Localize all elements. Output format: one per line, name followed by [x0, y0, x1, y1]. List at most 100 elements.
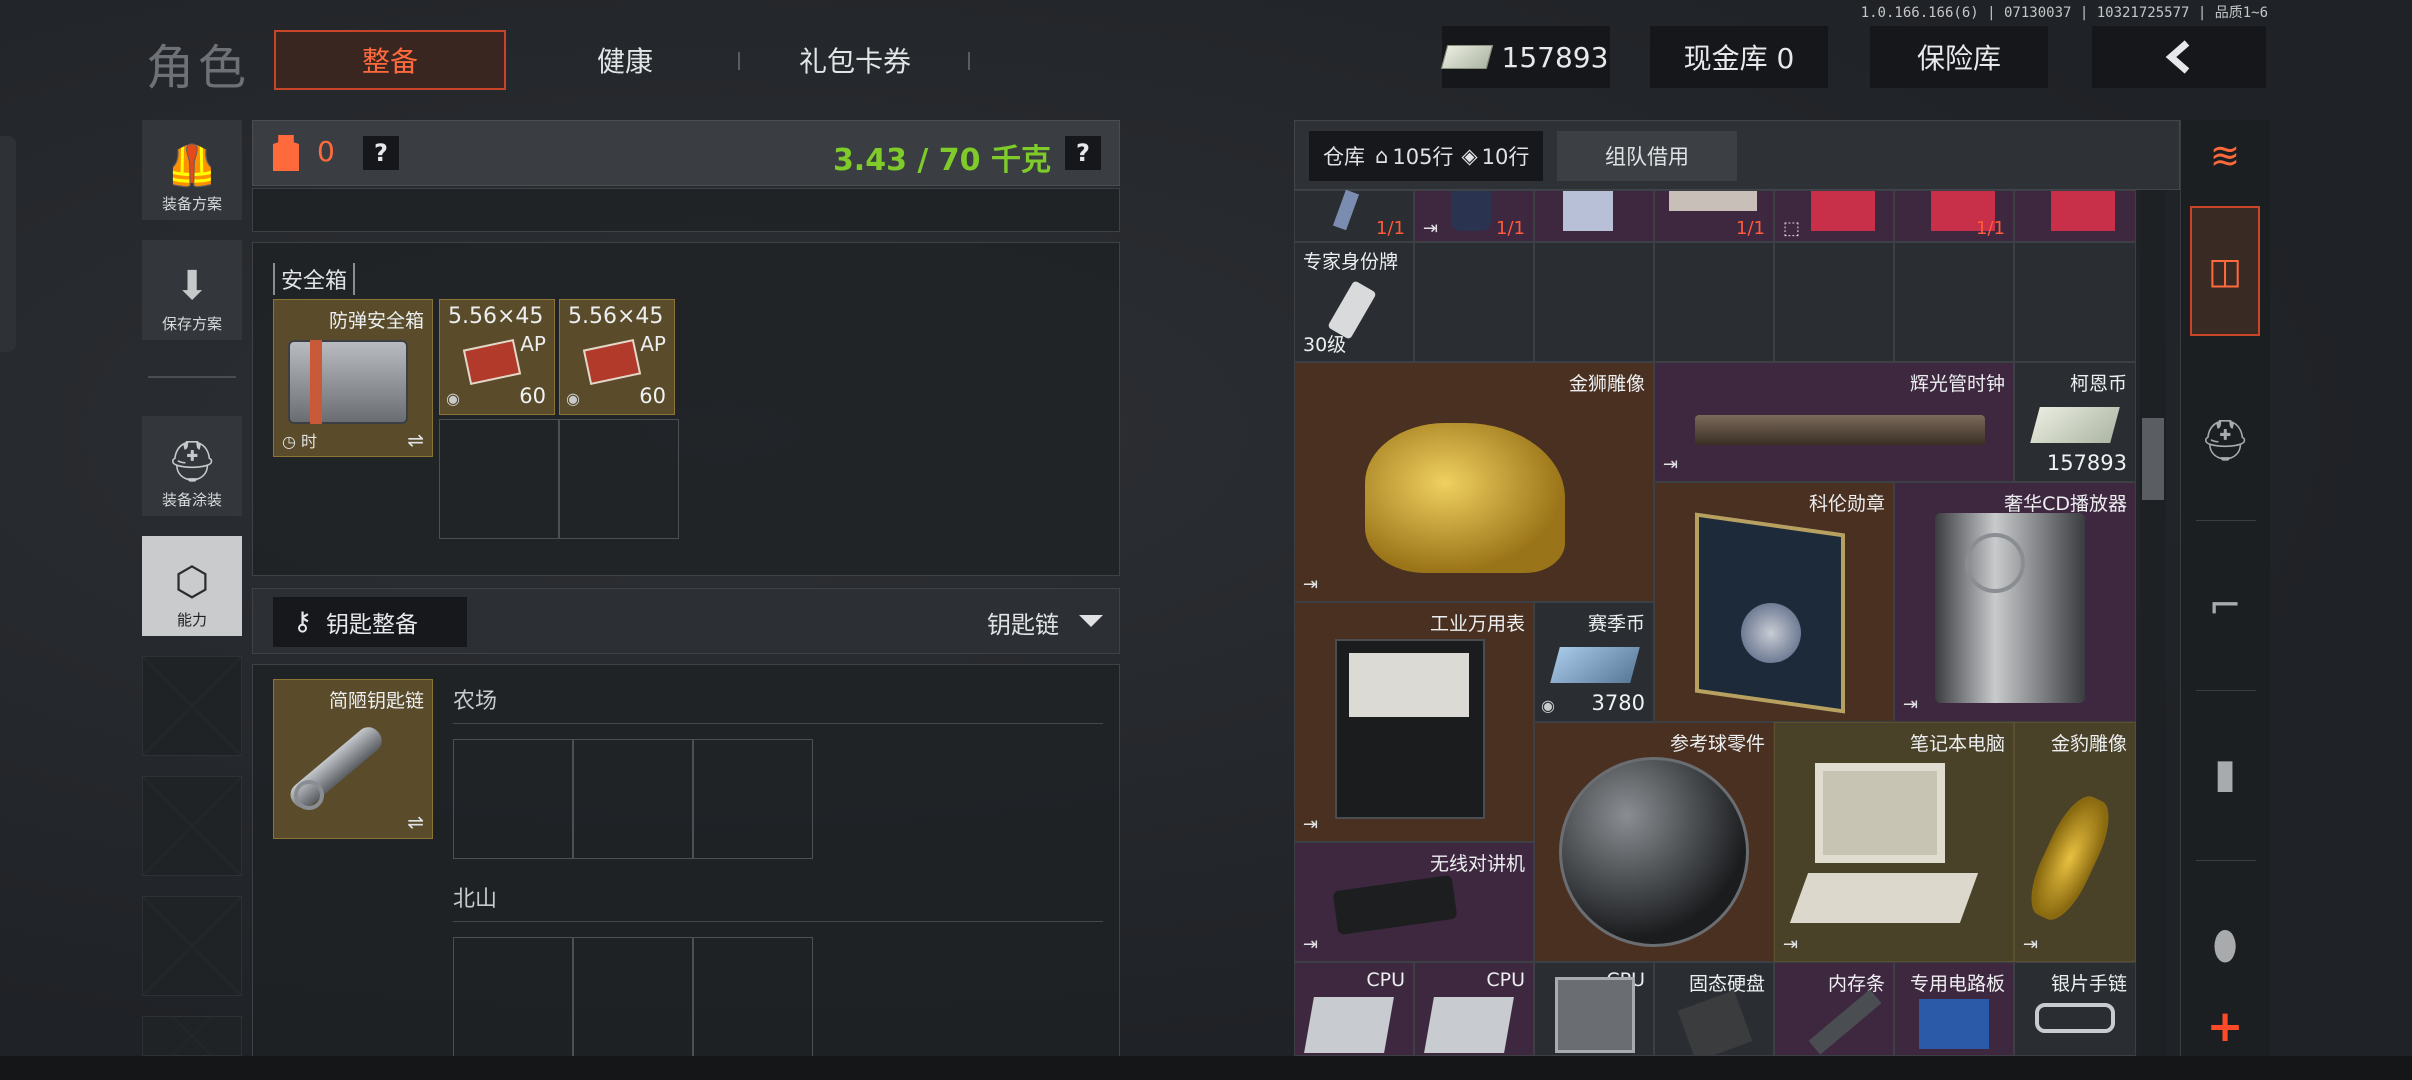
sidebar-item-skin[interactable]: ⛑ 装备涂装: [142, 416, 242, 516]
warehouse-info[interactable]: 仓库 ⌂ 105行 ◈ 10行: [1309, 131, 1544, 181]
team-borrow-button[interactable]: 组队借用: [1557, 131, 1737, 181]
key-slot[interactable]: [573, 739, 693, 859]
grid-item-ssd[interactable]: 固态硬盘: [1654, 962, 1774, 1056]
empty-cell[interactable]: [2014, 242, 2136, 362]
empty-slot[interactable]: [559, 419, 679, 539]
help-button[interactable]: ?: [363, 136, 399, 170]
grid-item[interactable]: 1/1: [1654, 190, 1774, 242]
grid-item-expert-tag[interactable]: 专家身份牌 30级: [1294, 242, 1414, 362]
layers-icon[interactable]: ◫: [2190, 206, 2260, 336]
grid-item-radio[interactable]: 无线对讲机 ⇥: [1294, 842, 1534, 962]
grid-item-cpu[interactable]: CPU: [1534, 962, 1654, 1056]
grid-item-medal[interactable]: 科伦勋章: [1654, 482, 1894, 722]
tab-gift-coupons[interactable]: 礼包卡券: [770, 30, 940, 90]
key-slot[interactable]: [453, 937, 573, 1057]
empty-cell[interactable]: [1534, 242, 1654, 362]
rifle-icon[interactable]: ⌐: [2180, 556, 2270, 656]
chevron-down-icon[interactable]: [1077, 611, 1105, 631]
rail-divider: [2196, 860, 2256, 861]
grid-item[interactable]: ⬚: [1774, 190, 1894, 242]
grid-item-multimeter[interactable]: 工业万用表 ⇥: [1294, 602, 1534, 842]
empty-slot[interactable]: [142, 656, 242, 756]
empty-cell[interactable]: [1654, 242, 1774, 362]
grid-item-season-coin[interactable]: 赛季币 ◉ 3780: [1534, 602, 1654, 722]
warehouse-cols: 10行: [1481, 145, 1530, 169]
empty-slot[interactable]: [142, 896, 242, 996]
grid-item-ram[interactable]: 内存条: [1774, 962, 1894, 1056]
back-button[interactable]: [2092, 26, 2266, 88]
empty-cell[interactable]: [1414, 242, 1534, 362]
page-title: 角色: [146, 40, 251, 96]
grid-item-nixie-clock[interactable]: 辉光管时钟 ⇥: [1654, 362, 2014, 482]
helmet-icon[interactable]: ⛑: [2180, 390, 2270, 490]
empty-cell[interactable]: [1894, 242, 2014, 362]
warehouse-grid[interactable]: 1/1 ⇥ 1/1 1/1 ⬚ 1/1 专家身份牌 30级 金狮雕像 ⇥ 辉光管时…: [1294, 190, 2136, 1056]
grid-item[interactable]: [2014, 190, 2136, 242]
sidebar-item-save-plan[interactable]: ⬇ 保存方案: [142, 240, 242, 340]
swap-icon[interactable]: ⇌: [407, 810, 424, 834]
grid-item[interactable]: ⇥ 1/1: [1414, 190, 1534, 242]
key-slot[interactable]: [573, 937, 693, 1057]
grid-item[interactable]: 1/1: [1294, 190, 1414, 242]
key-slot[interactable]: [693, 937, 813, 1057]
ammo-item[interactable]: 5.56×45 AP ◉ 60: [439, 299, 555, 415]
empty-cell[interactable]: [1774, 242, 1894, 362]
grid-item-reference-sphere[interactable]: 参考球零件: [1534, 722, 1774, 962]
item-name: 金狮雕像: [1568, 373, 1645, 395]
safebox-item[interactable]: 防弹安全箱 ◷ 时 ⇌: [273, 299, 433, 457]
item-image: [1811, 191, 1875, 231]
grid-item[interactable]: [1534, 190, 1654, 242]
grid-item-cpu[interactable]: CPU: [1414, 962, 1534, 1056]
weight-value: 3.43 / 70 千克: [832, 143, 1051, 178]
bullet-icon[interactable]: ⬮: [2180, 896, 2270, 996]
stack-refresh-icon[interactable]: ≋: [2180, 126, 2270, 186]
grid-item-golden-lion[interactable]: 金狮雕像 ⇥: [1294, 362, 1654, 602]
grid-item-golden-leopard[interactable]: 金豹雕像 ⇥: [2014, 722, 2136, 962]
insurance-vault-button[interactable]: 保险库: [1870, 26, 2048, 88]
helmet-icon: ⛑: [166, 439, 218, 485]
cpu-image: [1424, 997, 1514, 1053]
warehouse-scrollbar[interactable]: [2142, 418, 2164, 500]
rarity-icon: ◉: [1541, 696, 1555, 715]
rarity-icon: ◉: [566, 389, 580, 408]
sidebar-item-ability[interactable]: ⬡ 能力: [142, 536, 242, 636]
grid-item-laptop[interactable]: 笔记本电脑 ⇥: [1774, 722, 2014, 962]
weight-help-button[interactable]: ?: [1065, 136, 1101, 170]
sidebar-item-loadout-plan[interactable]: 🦺 装备方案: [142, 120, 242, 220]
exit-icon: ⇥: [1423, 218, 1439, 239]
grid-item[interactable]: 1/1: [1894, 190, 2014, 242]
item-name: 专用电路板: [1909, 973, 2005, 995]
tab-loadout[interactable]: 整备: [274, 30, 506, 90]
money-display[interactable]: 157893: [1440, 26, 1610, 88]
cd-disc-image: [1965, 533, 2025, 593]
keychain-dropdown-label[interactable]: 钥匙链: [987, 605, 1059, 640]
warehouse-scroll-track[interactable]: [2140, 190, 2166, 1056]
tab-health[interactable]: 健康: [560, 30, 690, 90]
empty-slot[interactable]: [439, 419, 559, 539]
grid-item-circuit-board[interactable]: 专用电路板: [1894, 962, 2014, 1056]
grid-item-silver-bracelet[interactable]: 银片手链: [2014, 962, 2136, 1056]
item-name: 笔记本电脑: [1909, 733, 2005, 755]
keychain-item[interactable]: 简陋钥匙链 ⇌: [273, 679, 433, 839]
key-slot[interactable]: [453, 739, 573, 859]
divider: [453, 921, 1103, 922]
grid-item-cd-player[interactable]: 奢华CD播放器 ⇥: [1894, 482, 2136, 722]
swap-icon[interactable]: ⇌: [407, 428, 424, 452]
item-name: 内存条: [1827, 973, 1885, 995]
plus-icon[interactable]: +: [2180, 996, 2270, 1056]
item-name: CPU: [1486, 969, 1525, 991]
empty-slot[interactable]: [142, 776, 242, 876]
empty-slot[interactable]: [142, 1016, 242, 1056]
sphere-image: [1559, 757, 1749, 947]
exit-icon: ⇥: [1303, 814, 1319, 835]
grid-item-cpu[interactable]: CPU: [1294, 962, 1414, 1056]
key-icon: ⚷: [293, 607, 313, 637]
key-loadout-button[interactable]: ⚷ 钥匙整备: [273, 597, 467, 647]
cash-vault-button[interactable]: 现金库 0: [1650, 26, 1828, 88]
side-handle[interactable]: [0, 136, 16, 352]
grid-item-koen-coin[interactable]: 柯恩币 157893: [2014, 362, 2136, 482]
ammo-item[interactable]: 5.56×45 AP ◉ 60: [559, 299, 675, 415]
key-slot[interactable]: [693, 739, 813, 859]
magazine-icon[interactable]: ▮: [2180, 724, 2270, 824]
coin-stack-image: [1550, 647, 1640, 683]
